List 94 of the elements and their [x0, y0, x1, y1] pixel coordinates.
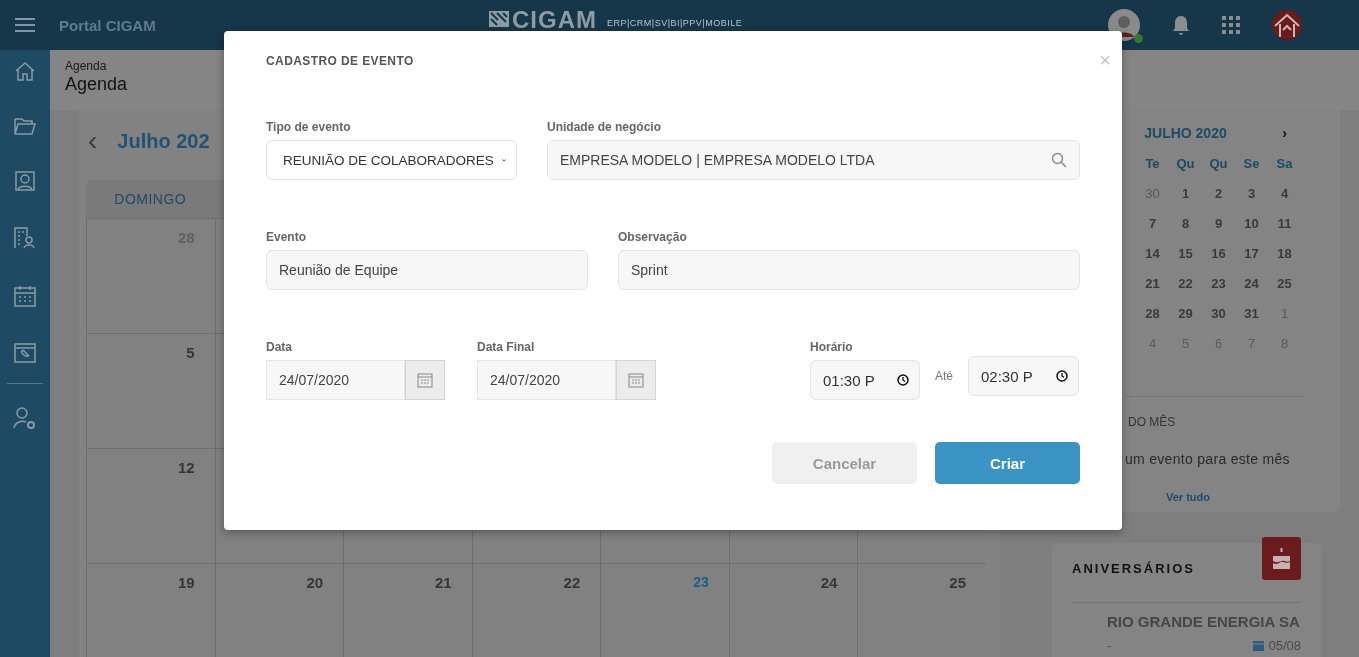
building-person-icon[interactable] — [14, 227, 36, 249]
field-label: Observação — [618, 230, 688, 244]
dialog-title: CADASTRO DE EVENTO — [266, 54, 414, 68]
input-field[interactable]: Sprint — [618, 250, 1080, 290]
logo-text: CIGAM — [512, 10, 597, 30]
home-icon[interactable] — [14, 61, 36, 81]
mini-day-number[interactable]: 9 — [1214, 215, 1223, 231]
weekday-label: Qu — [1176, 155, 1195, 171]
input-field[interactable]: Reunião de Equipe — [266, 250, 588, 290]
mini-day-number[interactable]: 21 — [1145, 275, 1160, 291]
mini-day-number[interactable]: 29 — [1178, 305, 1193, 321]
birthday-detail: - — [1107, 638, 1112, 653]
logo-icon — [488, 10, 510, 28]
mini-day-number[interactable]: 24 — [1244, 275, 1259, 291]
birthdays-heading: ANIVERSÁRIOS — [1072, 561, 1195, 576]
mini-day-number[interactable]: 30 — [1211, 305, 1226, 321]
birthday-name: RIO GRANDE ENERGIA SA — [1107, 613, 1301, 630]
field-label: Evento — [266, 230, 307, 244]
day-number[interactable]: 25 — [949, 574, 966, 591]
day-number[interactable]: 19 — [177, 574, 195, 591]
mini-day-number[interactable]: 10 — [1244, 215, 1259, 231]
day-number[interactable]: 24 — [820, 574, 838, 591]
mini-day-number[interactable]: 4 — [1280, 185, 1289, 201]
search-icon[interactable] — [1051, 152, 1067, 168]
mini-day-number[interactable]: 11 — [1277, 215, 1292, 231]
weekday-label: Se — [1243, 155, 1260, 171]
cake-icon — [1262, 537, 1301, 580]
field-label: Unidade de negócio — [547, 120, 662, 134]
mini-day-number[interactable]: 25 — [1277, 275, 1292, 291]
user-settings-icon[interactable] — [13, 406, 37, 430]
mini-day-number[interactable]: 3 — [1247, 185, 1256, 201]
events-heading: DO MÊS — [1128, 415, 1177, 429]
mini-day-number[interactable]: 18 — [1277, 245, 1292, 261]
mini-day-number[interactable]: 17 — [1244, 245, 1259, 261]
day-number[interactable]: 21 — [435, 574, 452, 591]
house-logo-icon[interactable] — [1272, 10, 1302, 40]
breadcrumb: Agenda — [65, 59, 107, 73]
mini-day-number[interactable]: 22 — [1178, 275, 1193, 291]
close-button[interactable]: × — [1099, 50, 1111, 70]
day-number[interactable]: 22 — [563, 574, 581, 591]
notification-bell-icon[interactable] — [1172, 15, 1190, 35]
menu-icon[interactable] — [15, 18, 35, 32]
previous-month-button[interactable]: ‹ — [88, 128, 98, 154]
calendar-icon — [1253, 640, 1265, 651]
portal-title: Portal CIGAM — [59, 16, 156, 34]
clock-icon — [897, 374, 909, 386]
calendar-icon — [628, 372, 644, 388]
contact-card-icon[interactable] — [15, 171, 35, 191]
mini-day-number[interactable]: 1 — [1181, 185, 1190, 201]
time-field[interactable]: 02:30 P — [968, 356, 1079, 396]
field-label: Tipo de evento — [266, 120, 352, 134]
day-number[interactable]: 5 — [186, 344, 195, 361]
field-label: Data Final — [477, 340, 536, 354]
weekday-label: Te — [1145, 155, 1160, 171]
date-field[interactable]: 24/07/2020 — [266, 360, 405, 400]
calendar-icon — [417, 372, 433, 388]
apps-grid-icon[interactable] — [1222, 16, 1240, 34]
weekday-label: Qu — [1209, 155, 1228, 171]
field-label: Data — [266, 340, 293, 354]
mini-day-number[interactable]: 31 — [1244, 305, 1259, 321]
chevron-down-icon — [501, 156, 506, 164]
dropdown-field[interactable]: REUNIÃO DE COLABORADORES — [266, 140, 517, 180]
mini-calendar-title: JULHO 2020 — [1144, 125, 1227, 141]
create-button[interactable]: Criar — [935, 442, 1080, 484]
mini-day-number[interactable]: 15 — [1178, 245, 1193, 261]
mini-day-number[interactable]: 2 — [1214, 185, 1223, 201]
date-field[interactable]: 24/07/2020 — [477, 360, 616, 400]
field-label: Horário — [810, 340, 854, 354]
mini-day-number[interactable]: 8 — [1181, 215, 1190, 231]
page-title: Agenda — [65, 74, 128, 95]
calendar-icon[interactable] — [14, 285, 36, 307]
mini-day-number[interactable]: 28 — [1145, 305, 1160, 321]
day-number[interactable]: 20 — [306, 574, 324, 591]
time-field[interactable]: 01:30 P — [810, 360, 920, 400]
weekday-label: Sa — [1276, 155, 1293, 171]
day-number[interactable]: 23 — [693, 574, 709, 590]
next-month-button[interactable]: › — [1282, 125, 1287, 141]
mini-day-number[interactable]: 7 — [1148, 215, 1157, 231]
weekday-label: DOMINGO — [114, 191, 187, 207]
clock-icon — [1056, 370, 1068, 382]
see-all-link[interactable]: Ver tudo — [1166, 491, 1340, 503]
link-window-icon[interactable] — [14, 343, 36, 363]
empty-message: um evento para este mês — [1125, 451, 1291, 467]
day-number[interactable]: 12 — [177, 459, 195, 476]
logo-subtitle: ERP|CRM|SV|BI|PPV|MOBILE — [607, 18, 743, 28]
mini-day-number[interactable]: 16 — [1211, 245, 1226, 261]
search-field[interactable]: EMPRESA MODELO | EMPRESA MODELO LTDA — [547, 140, 1080, 180]
range-separator: Até — [935, 369, 953, 383]
cancel-button[interactable]: Cancelar — [772, 442, 917, 484]
mini-day-number[interactable]: 14 — [1145, 245, 1160, 261]
mini-day-number[interactable]: 23 — [1211, 275, 1226, 291]
folder-icon[interactable] — [14, 117, 36, 135]
month-title: Julho 202 — [117, 129, 210, 153]
birthday-date: 05/08 — [1268, 638, 1301, 653]
